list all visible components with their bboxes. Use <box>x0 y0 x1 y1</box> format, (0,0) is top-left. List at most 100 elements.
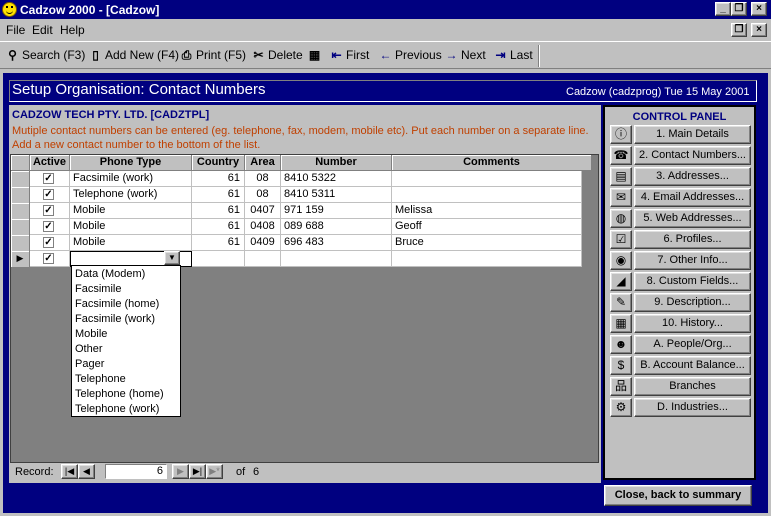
nav-last-icon[interactable]: ▶| <box>189 464 206 479</box>
cp-button-13[interactable]: D. Industries... <box>634 398 751 417</box>
area-cell[interactable]: 08 <box>245 171 281 187</box>
cp-button-1[interactable]: 2. Contact Numbers... <box>634 146 751 165</box>
dropdown-option[interactable]: Mobile <box>75 328 107 340</box>
menu-edit[interactable]: Edit <box>32 23 53 37</box>
cp-button-9[interactable]: 10. History... <box>634 314 751 333</box>
country-cell[interactable]: 61 <box>192 187 245 203</box>
description-icon[interactable]: ✎ <box>610 293 632 312</box>
close-back-button[interactable]: Close, back to summary <box>604 485 752 506</box>
new-comments-cell[interactable] <box>392 251 582 267</box>
cp-button-11[interactable]: B. Account Balance... <box>634 356 751 375</box>
number-cell[interactable]: 8410 5322 <box>281 171 392 187</box>
area-cell[interactable]: 0408 <box>245 219 281 235</box>
child-close-icon[interactable]: × <box>751 23 767 37</box>
cp-button-8[interactable]: 9. Description... <box>634 293 751 312</box>
number-cell[interactable]: 696 483 <box>281 235 392 251</box>
address-card-icon[interactable]: ▤ <box>610 167 632 186</box>
print-button[interactable]: ⎙ Print (F5) <box>180 48 246 64</box>
record-number-input[interactable]: 6 <box>105 464 167 479</box>
table-row[interactable]: ✓ Mobile 61 0407 971 159 Melissa <box>11 203 582 219</box>
comments-cell[interactable] <box>392 171 582 187</box>
calculator-button[interactable]: ▦ <box>308 48 324 64</box>
comments-cell[interactable]: Melissa <box>392 203 582 219</box>
phone-icon[interactable]: ☎ <box>610 146 632 165</box>
nav-new-icon[interactable]: ▶* <box>206 464 223 479</box>
active-cell[interactable]: ✓ <box>30 171 70 187</box>
email-icon[interactable]: ✉ <box>610 188 632 207</box>
first-button[interactable]: ⇤ First <box>330 48 369 64</box>
custom-fields-icon[interactable]: ◢ <box>610 272 632 291</box>
close-icon[interactable]: × <box>751 2 767 16</box>
nav-first-icon[interactable]: |◀ <box>61 464 78 479</box>
row-selector[interactable] <box>11 187 30 203</box>
type-cell[interactable]: Mobile <box>70 203 192 219</box>
dropdown-option[interactable]: Telephone (work) <box>75 403 159 415</box>
info-icon[interactable]: ⓘ <box>610 125 632 144</box>
row-selector[interactable] <box>11 219 30 235</box>
cp-button-12[interactable]: Branches <box>634 377 751 396</box>
add-new-button[interactable]: ▯ Add New (F4) <box>89 48 179 64</box>
number-cell[interactable]: 8410 5311 <box>281 187 392 203</box>
dropdown-arrow-icon[interactable]: ▼ <box>164 251 180 265</box>
area-cell[interactable]: 08 <box>245 187 281 203</box>
active-checkbox[interactable]: ✓ <box>43 221 54 232</box>
active-checkbox[interactable]: ✓ <box>43 237 54 248</box>
area-cell[interactable]: 0407 <box>245 203 281 219</box>
industries-icon[interactable]: ⚙ <box>610 398 632 417</box>
type-cell[interactable]: Mobile <box>70 235 192 251</box>
area-cell[interactable]: 0409 <box>245 235 281 251</box>
checkbox[interactable]: ✓ <box>43 253 54 264</box>
cp-button-3[interactable]: 4. Email Addresses... <box>634 188 751 207</box>
row-selector[interactable] <box>11 235 30 251</box>
active-checkbox[interactable]: ✓ <box>43 189 54 200</box>
cp-button-6[interactable]: 7. Other Info... <box>634 251 751 270</box>
cp-button-4[interactable]: 5. Web Addresses... <box>634 209 751 228</box>
nav-next-icon[interactable]: ▶ <box>172 464 189 479</box>
dropdown-option[interactable]: Facsimile <box>75 283 121 295</box>
comments-cell[interactable]: Geoff <box>392 219 582 235</box>
active-cell[interactable]: ✓ <box>30 219 70 235</box>
country-cell[interactable]: 61 <box>192 219 245 235</box>
restore-icon[interactable]: ❐ <box>731 2 747 16</box>
active-cell[interactable]: ✓ <box>30 187 70 203</box>
minimize-icon[interactable]: _ <box>715 2 731 16</box>
nav-prev-icon[interactable]: ◀ <box>78 464 95 479</box>
dropdown-option[interactable]: Telephone (home) <box>75 388 164 400</box>
table-row[interactable]: ✓ Mobile 61 0409 696 483 Bruce <box>11 235 582 251</box>
active-checkbox[interactable]: ✓ <box>43 205 54 216</box>
table-row[interactable]: ✓ Telephone (work) 61 08 8410 5311 <box>11 187 582 203</box>
dropdown-option[interactable]: Pager <box>75 358 104 370</box>
new-number-cell[interactable] <box>281 251 392 267</box>
people-icon[interactable]: ☻ <box>610 335 632 354</box>
dropdown-option[interactable]: Telephone <box>75 373 126 385</box>
cp-button-5[interactable]: 6. Profiles... <box>634 230 751 249</box>
active-cell[interactable]: ✓ <box>30 203 70 219</box>
row-selector[interactable] <box>11 203 30 219</box>
delete-button[interactable]: ✂ Delete <box>252 48 302 64</box>
country-cell[interactable]: 61 <box>192 203 245 219</box>
active-cell[interactable]: ✓ <box>30 235 70 251</box>
country-cell[interactable]: 61 <box>192 235 245 251</box>
history-icon[interactable]: ▦ <box>610 314 632 333</box>
number-cell[interactable]: 089 688 <box>281 219 392 235</box>
previous-button[interactable]: ← Previous <box>379 48 442 64</box>
row-selector[interactable] <box>11 171 30 187</box>
table-row[interactable]: ✓ Mobile 61 0408 089 688 Geoff <box>11 219 582 235</box>
menu-help[interactable]: Help <box>60 23 85 37</box>
other-info-icon[interactable]: ◉ <box>610 251 632 270</box>
cp-button-0[interactable]: 1. Main Details <box>634 125 751 144</box>
cp-button-7[interactable]: 8. Custom Fields... <box>634 272 751 291</box>
new-area-cell[interactable] <box>245 251 281 267</box>
table-row[interactable]: ✓ Facsimile (work) 61 08 8410 5322 <box>11 171 582 187</box>
dropdown-option[interactable]: Other <box>75 343 103 355</box>
search-button[interactable]: ⚲ Search (F3) <box>6 48 85 64</box>
cp-button-10[interactable]: A. People/Org... <box>634 335 751 354</box>
next-button[interactable]: → Next <box>445 48 486 64</box>
cp-button-2[interactable]: 3. Addresses... <box>634 167 751 186</box>
dropdown-option[interactable]: Data (Modem) <box>75 268 145 280</box>
number-cell[interactable]: 971 159 <box>281 203 392 219</box>
last-button[interactable]: ⇥ Last <box>494 48 532 64</box>
new-country-cell[interactable] <box>192 251 245 267</box>
type-cell[interactable]: Telephone (work) <box>70 187 192 203</box>
dropdown-option[interactable]: Facsimile (home) <box>75 298 159 310</box>
